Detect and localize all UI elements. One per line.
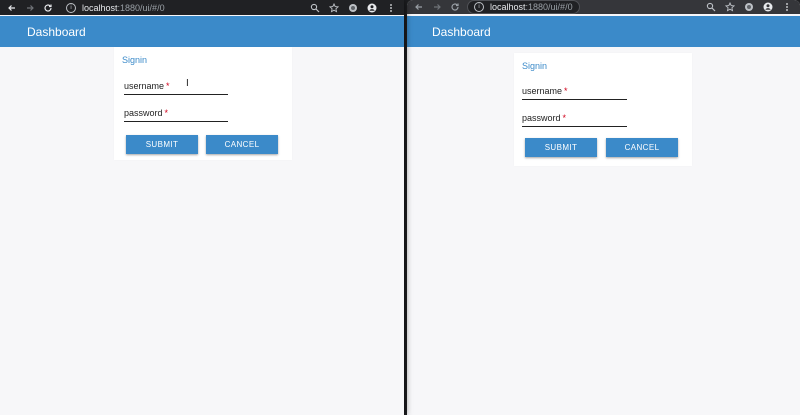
- address-bar[interactable]: i localhost:1880/ui/#/0: [60, 2, 171, 14]
- star-icon[interactable]: [725, 2, 735, 12]
- browser-window-left: i localhost:1880/ui/#/0 Dashboard Signin…: [0, 0, 404, 415]
- browser-window-right: i localhost:1880/ui/#/0 Dashboard Signin…: [407, 0, 800, 415]
- url-path: :1880/ui/#/0: [117, 2, 165, 13]
- password-input[interactable]: [522, 113, 627, 127]
- password-field[interactable]: password *: [124, 105, 228, 122]
- profile-icon[interactable]: [367, 3, 377, 13]
- app-title: Dashboard: [432, 24, 491, 39]
- address-bar[interactable]: i localhost:1880/ui/#/0: [467, 0, 580, 14]
- app-header: Dashboard: [0, 16, 404, 47]
- extension-icon[interactable]: [348, 3, 358, 13]
- text-cursor-icon: I: [186, 78, 189, 89]
- username-field[interactable]: username * I: [124, 78, 228, 95]
- forward-arrow-icon[interactable]: [431, 1, 443, 13]
- profile-icon[interactable]: [763, 2, 773, 12]
- reload-icon[interactable]: [449, 1, 461, 13]
- password-field[interactable]: password *: [522, 110, 627, 127]
- back-arrow-icon[interactable]: [6, 2, 18, 14]
- username-input[interactable]: [124, 81, 228, 95]
- url-path: :1880/ui/#/0: [525, 2, 573, 12]
- back-arrow-icon[interactable]: [413, 1, 425, 13]
- submit-button[interactable]: SUBMIT: [126, 135, 198, 154]
- signin-card: Signin username * I password * SUBMIT CANC…: [114, 47, 292, 160]
- menu-kebab-icon[interactable]: [782, 2, 792, 12]
- info-icon[interactable]: i: [474, 2, 484, 12]
- signin-card: Signin username * password * SUBMIT CANCEL: [514, 53, 692, 166]
- zoom-icon[interactable]: [310, 3, 320, 13]
- cancel-button[interactable]: CANCEL: [606, 138, 678, 157]
- info-icon[interactable]: i: [66, 2, 76, 13]
- username-input[interactable]: [522, 86, 627, 100]
- url-host: localhost: [490, 2, 526, 12]
- reload-icon[interactable]: [42, 2, 54, 14]
- cancel-button[interactable]: CANCEL: [206, 135, 278, 154]
- signin-title: Signin: [522, 61, 548, 71]
- password-input[interactable]: [124, 108, 228, 122]
- signin-title: Signin: [122, 55, 148, 65]
- menu-kebab-icon[interactable]: [386, 3, 396, 13]
- forward-arrow-icon[interactable]: [24, 2, 36, 14]
- app-header: Dashboard: [407, 16, 800, 47]
- submit-button[interactable]: SUBMIT: [525, 138, 597, 157]
- extension-icon[interactable]: [744, 2, 754, 12]
- username-field[interactable]: username *: [522, 83, 627, 100]
- url-host: localhost: [82, 2, 118, 13]
- star-icon[interactable]: [329, 2, 339, 13]
- zoom-icon[interactable]: [706, 2, 716, 12]
- app-title: Dashboard: [27, 24, 86, 39]
- browser-toolbar: i localhost:1880/ui/#/0: [0, 0, 404, 15]
- browser-toolbar: i localhost:1880/ui/#/0: [407, 0, 800, 14]
